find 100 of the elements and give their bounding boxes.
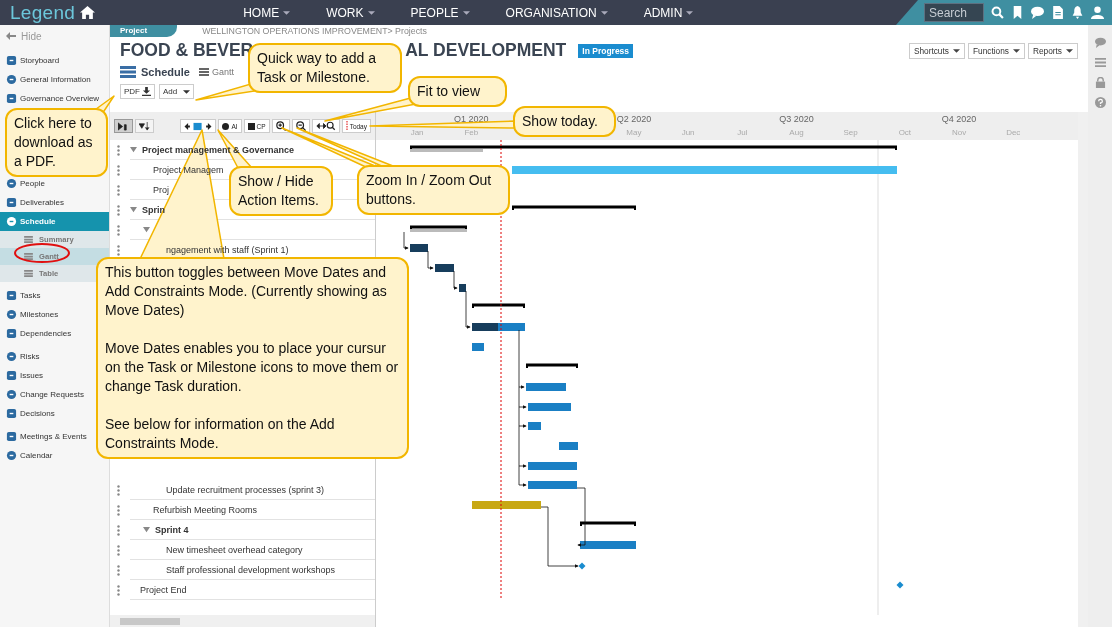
task-name[interactable]: Refurbish Meeting Rooms: [153, 504, 258, 515]
sidebar-item[interactable]: Dependencies: [0, 324, 76, 343]
month-label: Dec: [1006, 127, 1021, 137]
quarter-label: Q2 2020: [616, 113, 652, 124]
drag-handle-icon[interactable]: [117, 484, 120, 496]
chat-icon[interactable]: [1094, 37, 1106, 48]
home-icon[interactable]: [80, 6, 96, 19]
bookmark-icon[interactable]: [1011, 6, 1024, 19]
callout-text: Fit to view: [417, 83, 480, 99]
zoom-out-icon: [295, 121, 306, 131]
drag-handle-icon[interactable]: [117, 224, 120, 236]
task-name[interactable]: Project End: [140, 584, 187, 595]
horizontal-scrollbar[interactable]: [110, 615, 375, 627]
nav-menu-item[interactable]: PEOPLE: [392, 5, 488, 20]
list-icon[interactable]: [1094, 57, 1106, 68]
move-dates-toggle[interactable]: [180, 119, 217, 133]
menu-item-icon: [6, 216, 17, 227]
dropdown-button[interactable]: Reports: [1027, 42, 1078, 59]
dropdown-button[interactable]: Functions: [967, 42, 1025, 59]
sidebar-item[interactable]: General Information: [0, 70, 95, 89]
list-icon: [24, 253, 33, 260]
task-name[interactable]: New timesheet overhead category: [166, 544, 303, 555]
drag-handle-icon[interactable]: [117, 564, 120, 576]
user-icon[interactable]: [1091, 6, 1104, 19]
menu-item-icon: [6, 389, 17, 400]
sidebar-item[interactable]: Storyboard: [0, 51, 64, 70]
menu-item-icon: [6, 351, 17, 362]
summary-bar[interactable]: [526, 363, 578, 368]
sidebar-item[interactable]: Schedule: [0, 212, 109, 231]
task-group-name[interactable]: Sprint 4: [155, 524, 189, 535]
view-mode-button[interactable]: [114, 119, 133, 133]
drag-handle-icon[interactable]: [117, 164, 120, 176]
sidebar-item[interactable]: Deliverables: [0, 193, 69, 212]
move-arrows-icon: [184, 121, 213, 131]
help-icon[interactable]: [1094, 97, 1106, 108]
view-mode-button[interactable]: [135, 119, 154, 133]
caret-icon: [1012, 48, 1020, 53]
summary-bar[interactable]: [512, 205, 636, 210]
task-bar[interactable]: [580, 541, 636, 549]
milestone-icon[interactable]: [896, 581, 904, 589]
app-logo[interactable]: Legend: [10, 1, 76, 24]
list-icon: [24, 236, 33, 243]
add-button[interactable]: Add: [159, 84, 195, 99]
month-label: Nov: [951, 127, 967, 137]
lock-icon[interactable]: [1094, 77, 1106, 88]
menu-item-icon: [6, 55, 17, 66]
drag-handle-icon[interactable]: [117, 244, 120, 256]
task-bar[interactable]: [498, 323, 525, 331]
nav-menu-item[interactable]: HOME: [225, 5, 309, 20]
nav-menu-item[interactable]: WORK: [308, 5, 393, 20]
summary-bar[interactable]: [472, 303, 525, 308]
drag-handle-icon[interactable]: [117, 544, 120, 556]
menu-item-icon: [6, 408, 17, 419]
search-field[interactable]: Search: [924, 3, 984, 22]
project-tab[interactable]: Project: [110, 25, 178, 37]
fit-to-view-button[interactable]: [311, 119, 340, 133]
zoom-in-button[interactable]: [271, 119, 290, 133]
sidebar-item[interactable]: Issues: [0, 366, 48, 385]
task-name[interactable]: Proj: [153, 184, 169, 195]
dropdown-button[interactable]: Shortcuts: [908, 42, 965, 59]
search-icon[interactable]: [991, 6, 1004, 19]
sidebar-item[interactable]: Risks: [0, 347, 44, 366]
milestone-icon[interactable]: [578, 562, 586, 570]
drag-handle-icon[interactable]: [117, 204, 120, 216]
collapse-arrow-icon[interactable]: [130, 206, 137, 213]
drag-handle-icon[interactable]: [117, 584, 120, 596]
sidebar-item[interactable]: Calendar: [0, 446, 57, 465]
drag-handle-icon[interactable]: [117, 144, 120, 156]
view-name: Gantt: [211, 67, 234, 77]
month-label: Aug: [789, 127, 804, 137]
callout-paragraph: See below for information on the Add Constraints Mode.: [105, 415, 336, 453]
sort-icon: [139, 121, 150, 131]
sidebar-item[interactable]: Decisions: [0, 404, 59, 423]
collapse-arrow-icon[interactable]: [143, 226, 150, 233]
sidebar-item[interactable]: Governance Overview: [0, 89, 104, 108]
bell-icon[interactable]: [1071, 6, 1084, 19]
document-icon[interactable]: [1051, 6, 1064, 19]
sidebar-item[interactable]: Milestones: [0, 305, 63, 324]
task-name[interactable]: Staff professional development workshops: [166, 564, 335, 575]
collapse-arrow-icon[interactable]: [143, 526, 150, 533]
summary-bar[interactable]: [410, 225, 467, 232]
task-name[interactable]: Update recruitment processes (sprint 3): [166, 484, 325, 495]
project-title: AL DEVELOPMENT: [405, 40, 567, 61]
drag-handle-icon[interactable]: [117, 504, 120, 516]
callout-paragraph: Move Dates enables you to place your cursur on the Task or Milestone icons to move them or change Task duration.: [105, 339, 400, 396]
drag-handle-icon[interactable]: [117, 184, 120, 196]
menu-item-icon: [6, 290, 17, 301]
nav-menu-item[interactable]: ADMIN: [625, 5, 712, 20]
sidebar-item[interactable]: Change Requests: [0, 385, 89, 404]
summary-bar[interactable]: [580, 521, 636, 526]
nav-menu-item[interactable]: ORGANISATION: [487, 5, 626, 20]
drag-handle-icon[interactable]: [117, 524, 120, 536]
month-label: May: [626, 127, 642, 137]
summary-bar[interactable]: [410, 145, 897, 152]
callout-text: Show today.: [522, 113, 598, 129]
sidebar-item[interactable]: Meetings & Events: [0, 427, 91, 446]
sidebar-item[interactable]: Tasks: [0, 286, 45, 305]
pdf-button[interactable]: PDF: [120, 84, 155, 99]
collapse-arrow-icon[interactable]: [130, 146, 137, 153]
chat-icon[interactable]: [1031, 6, 1044, 19]
